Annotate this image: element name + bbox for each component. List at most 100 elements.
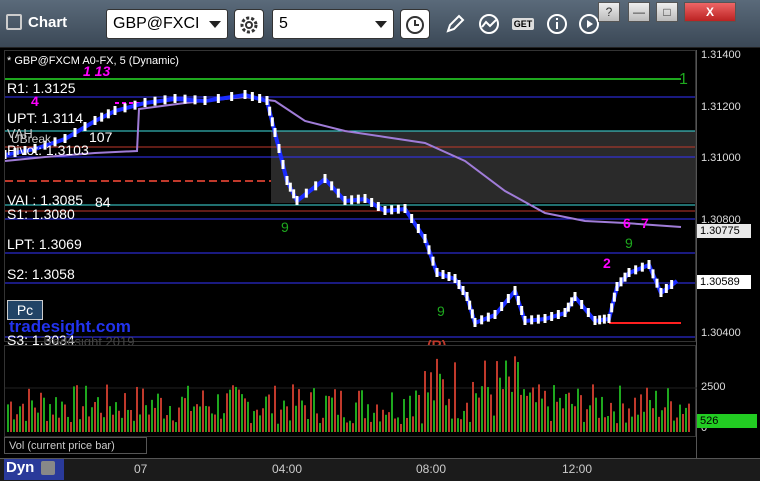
close-button[interactable]: X (684, 2, 736, 22)
candle (173, 94, 177, 103)
volume-bar (616, 423, 618, 432)
volume-bar (10, 401, 12, 432)
volume-bar (682, 413, 684, 432)
candle (410, 214, 414, 223)
volume-bar (499, 377, 501, 432)
symbol-select[interactable]: GBP@FXCI (106, 9, 228, 39)
candle (376, 202, 380, 211)
interval-value: 5 (279, 15, 288, 32)
volume-bar (391, 392, 393, 432)
candle (230, 92, 234, 101)
volume-legend: Vol (current price bar) (4, 437, 147, 454)
volume-bar (655, 390, 657, 432)
volume-bar (250, 423, 252, 432)
lock-icon (40, 461, 55, 476)
candle (281, 160, 285, 169)
candle (468, 300, 472, 310)
volume-bar (130, 409, 132, 432)
volume-bar (592, 384, 594, 432)
candle (292, 189, 296, 199)
volume-bar (511, 391, 513, 432)
volume-bar (613, 411, 615, 432)
volume-bar (316, 413, 318, 432)
volume-bar (235, 386, 237, 432)
volume-bar (607, 415, 609, 432)
candle (336, 188, 340, 198)
volume-bar (262, 408, 264, 432)
help-button[interactable]: ? (598, 2, 620, 22)
info-button[interactable] (542, 9, 572, 39)
volume-bar (199, 406, 201, 432)
volume-bar (103, 417, 105, 432)
volume-bar (670, 401, 672, 432)
draw-button[interactable] (440, 9, 470, 39)
volume-bar (28, 388, 30, 432)
candle (73, 128, 77, 137)
volume-bar (496, 361, 498, 432)
volume-bar (43, 397, 45, 432)
gear-icon (240, 16, 258, 34)
volume-bar (493, 415, 495, 432)
count-label-7: 7 (641, 215, 649, 231)
volume-bar (679, 404, 681, 432)
volume-bar (94, 401, 96, 432)
candle (330, 181, 334, 191)
price-pane[interactable]: * GBP@FXCM A0-FX, 5 (Dynamic) R1: 1.3125… (4, 50, 696, 353)
candle (607, 314, 611, 323)
maximize-button[interactable]: □ (656, 2, 678, 22)
candle (573, 292, 577, 301)
volume-bar (310, 392, 312, 432)
volume-bar (307, 418, 309, 432)
volume-bar (79, 419, 81, 432)
count-label-9c: 9 (625, 235, 633, 251)
get-button[interactable]: GET (508, 9, 538, 39)
volume-bar (658, 416, 660, 432)
candle (623, 272, 627, 282)
volume-bar (253, 411, 255, 432)
volume-bar (547, 406, 549, 432)
candle (556, 310, 560, 319)
settings-button[interactable] (234, 9, 264, 39)
volume-bar (124, 393, 126, 432)
volume-bar (52, 414, 54, 432)
price-tick: 1.31000 (701, 152, 741, 164)
volume-bar (487, 387, 489, 432)
volume-bar (82, 406, 84, 432)
candle (370, 198, 374, 207)
volume-bar (172, 420, 174, 432)
volume-bar (118, 410, 120, 432)
volume-bar (340, 390, 342, 432)
candle (416, 224, 420, 233)
level-label-s1: S1: 1.3080 (7, 206, 75, 222)
volume-bars-group (7, 356, 690, 432)
volume-bar (187, 385, 189, 432)
studies-button[interactable] (474, 9, 504, 39)
dynamic-toggle[interactable]: Dyn (4, 459, 64, 480)
interval-select[interactable]: 5 (272, 9, 394, 39)
candle (403, 204, 407, 213)
time-axis[interactable]: 07 04:00 08:00 12:00 (0, 458, 760, 481)
volume-bar (232, 385, 234, 432)
candle (270, 117, 274, 127)
volume-bar (238, 389, 240, 432)
count-label-1: 1 (679, 71, 688, 88)
volume-bar (442, 379, 444, 432)
volume-bar (256, 409, 258, 432)
volume-bar (628, 408, 630, 432)
candle (453, 274, 457, 283)
candle (423, 234, 427, 243)
candle (536, 314, 540, 324)
candle (295, 196, 299, 205)
minimize-button[interactable]: — (628, 2, 650, 22)
candle (563, 308, 567, 317)
time-button[interactable] (400, 9, 430, 39)
level-label-107: 107 (89, 129, 113, 145)
volume-bar (76, 385, 78, 432)
candle (343, 196, 347, 205)
volume-bar (433, 400, 435, 432)
volume-bar (580, 395, 582, 432)
volume-pane[interactable] (4, 345, 697, 437)
candle (659, 288, 663, 297)
volume-bar (400, 423, 402, 432)
price-axis[interactable]: 1.31400 1.31200 1.31000 1.30800 1.30400 … (696, 49, 760, 460)
